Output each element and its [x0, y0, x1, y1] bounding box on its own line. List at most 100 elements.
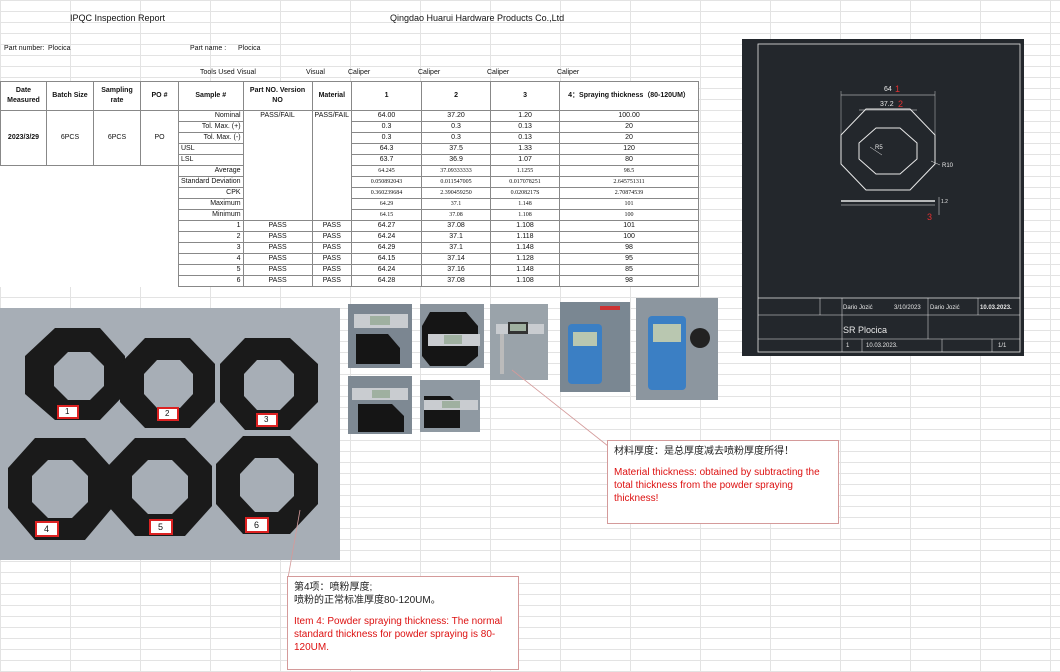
cell: 20 [559, 132, 700, 144]
cell: 64.27 [351, 220, 423, 232]
title-block-approver: Dario Jozić [930, 305, 960, 311]
col-header: PO # [140, 81, 179, 111]
title-block-approve-date: 10.03.2023. [980, 305, 1012, 311]
cell: 1.148 [490, 264, 561, 276]
cell: 1.1255 [490, 165, 561, 177]
batch-size-cell: 6PCS [46, 110, 94, 166]
material-thickness-note: 材料厚度：是总厚度减去喷粉厚度所得！ Material thickness: o… [607, 440, 839, 524]
cell: 1.148 [490, 198, 561, 210]
cell: 100 [559, 231, 700, 243]
dim-37-label: 37.2 [880, 101, 894, 108]
cell: 64.15 [351, 209, 423, 221]
cell: 64.245 [351, 165, 423, 177]
cell: 120 [559, 143, 700, 155]
cell: 98 [559, 242, 700, 254]
cell: PASS [311, 231, 353, 243]
cell: 1.128 [490, 253, 561, 265]
col-header: 1 [351, 81, 423, 111]
sample-number: 5 [178, 264, 244, 276]
col-header: Date Measured [0, 81, 47, 111]
cell: 64.28 [351, 275, 423, 287]
part-label: 1 [65, 407, 70, 416]
dim-64-label: 64 [884, 86, 892, 93]
cell: 64.3 [351, 143, 423, 155]
cell: 36.9 [421, 154, 492, 166]
cell: 64.24 [351, 231, 423, 243]
cell: PASS [242, 231, 313, 243]
part-label: 5 [158, 522, 164, 532]
cell: 63.7 [351, 154, 423, 166]
row-label: Nominal [178, 110, 244, 122]
cell: 1.108 [490, 220, 561, 232]
caliper-photo [348, 304, 412, 368]
note-english-text: Item 4: Powder spraying thickness: The n… [294, 616, 503, 653]
cell: 0.050892043 [351, 176, 423, 188]
tool-item: Caliper [557, 69, 580, 76]
cell: 0.011547005 [421, 176, 492, 188]
cell: 95 [559, 253, 700, 265]
sampling-rate-cell: 6PCS [93, 110, 141, 166]
title-block-issue-date: 10.03.2023. [866, 343, 898, 349]
cell: 37.1 [421, 198, 492, 210]
cell: 20 [559, 121, 700, 133]
cell: 64.29 [351, 198, 423, 210]
tool-item: Caliper [418, 69, 441, 76]
blank-cell [1, 221, 179, 287]
cell: 101 [559, 198, 700, 210]
cell: PASS [311, 275, 353, 287]
row-label: Tol. Max. (+) [178, 121, 244, 133]
blank-cell [0, 165, 179, 221]
tool-item: Caliper [487, 69, 510, 76]
row-label: Average [178, 165, 244, 177]
cell: 1.33 [490, 143, 561, 155]
cell: 0.0208217S [490, 187, 561, 199]
material-pass-fail-cell: PASS/FAIL [311, 110, 353, 221]
pass-fail-cell: PASS/FAIL [242, 110, 313, 221]
company-name: Qingdao Huarui Hardware Products Co.,Ltd [390, 13, 565, 23]
cell: PASS [311, 253, 353, 265]
cell: 0.360239684 [351, 187, 423, 199]
cell: PASS [242, 275, 313, 287]
col-header: Part NO. Version NO [242, 81, 313, 111]
cell: 64.00 [351, 110, 423, 122]
tool-item: Caliper [348, 69, 371, 76]
col-header: 4：Spraying thickness（80-120UM） [559, 81, 700, 111]
note-chinese-text: 材料厚度：是总厚度减去喷粉厚度所得！ [614, 446, 794, 457]
callout-1: 1 [895, 84, 901, 94]
col-header: Sampling rate [93, 81, 141, 111]
note-chinese-text: 喷粉的正常标准厚度80-120UM。 [294, 595, 441, 606]
row-label: LSL [178, 154, 244, 166]
cell: 101 [559, 220, 700, 232]
cell: PASS [311, 220, 353, 232]
cell: 98 [559, 275, 700, 287]
caliper-photo [420, 304, 484, 368]
cell: PASS [311, 264, 353, 276]
row-label: USL [178, 143, 244, 155]
cell: 1.108 [490, 209, 561, 221]
thickness-gauge-photo [560, 302, 630, 392]
cell: 2.645751311 [559, 176, 700, 188]
table-row: 2023/3/29 6PCS 6PCS PO Nominal PASS/FAIL… [0, 110, 700, 221]
cell: 0.3 [421, 121, 492, 133]
table-row: 1 PASS PASS 64.27 37.08 1.108 101 [1, 220, 700, 232]
row-label: Minimum [178, 209, 244, 221]
table-header-row: Date Measured Batch Size Sampling rate P… [0, 81, 700, 111]
row-label: CPK [178, 187, 244, 199]
title-block-date: 3/10/2023 [894, 305, 921, 311]
note-english-text: Material thickness: obtained by subtract… [614, 467, 820, 504]
cell: 37.1 [421, 231, 492, 243]
caliper-photo [420, 380, 480, 432]
cell: 37.14 [421, 253, 492, 265]
part-number-value: Plocica [48, 45, 71, 52]
r5-label: R5 [875, 145, 883, 151]
item4-note: 第4项：喷粉厚度; 喷粉的正常标准厚度80-120UM。 Item 4: Pow… [287, 576, 519, 670]
cell: 37.16 [421, 264, 492, 276]
cell: 0.13 [490, 132, 561, 144]
cell: 37.09333333 [421, 165, 492, 177]
row-label: Maximum [178, 198, 244, 210]
cell: 1.108 [490, 275, 561, 287]
thickness-gauge-photo [636, 298, 718, 400]
inspection-table: Date Measured Batch Size Sampling rate P… [0, 81, 700, 287]
title-block-part-name: SR Plocica [843, 325, 888, 335]
cell: 0.017078251 [490, 176, 561, 188]
